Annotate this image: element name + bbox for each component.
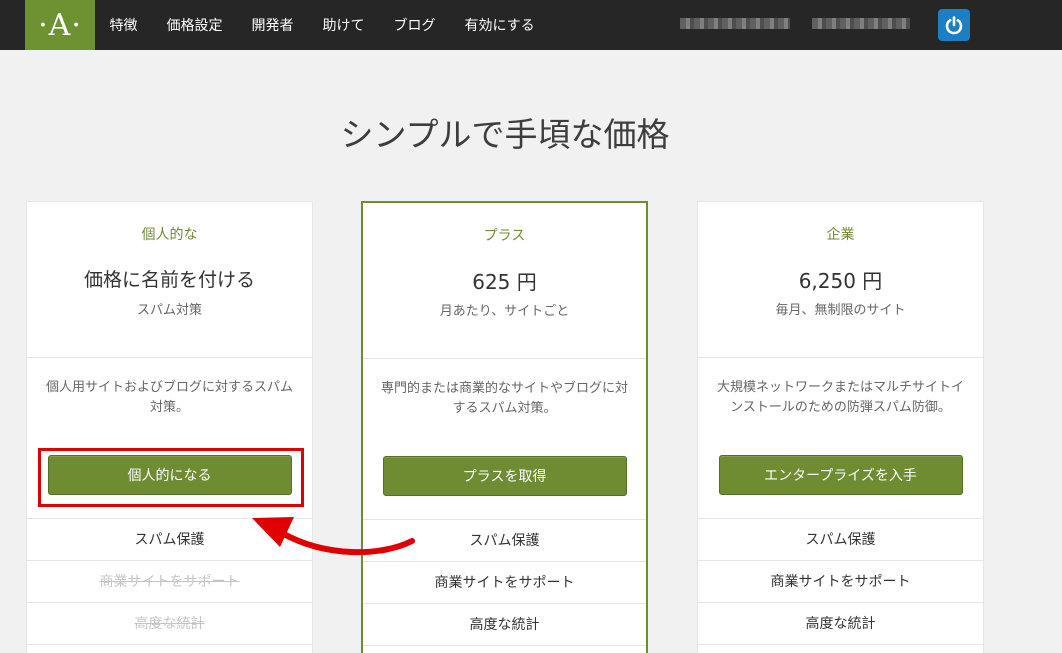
nav-item-pricing[interactable]: 価格設定 xyxy=(152,15,237,35)
power-icon[interactable] xyxy=(938,9,970,41)
plan-header: 個人的な 価格に名前を付ける スパム対策 xyxy=(27,202,312,358)
plan-subtitle: 月あたり、サイトごと xyxy=(439,304,570,319)
plan-card-enterprise: 企業 6,250 円 毎月、無制限のサイト 大規模ネットワークまたはマルチサイト… xyxy=(697,201,984,653)
highlight-box xyxy=(38,448,304,507)
blurred-account-name xyxy=(680,18,790,29)
plan-name: 個人的な xyxy=(141,227,198,243)
nav-item-developers[interactable]: 開発者 xyxy=(237,15,308,35)
nav-item-activate[interactable]: 有効にする xyxy=(450,15,549,35)
plan-header: 企業 6,250 円 毎月、無制限のサイト xyxy=(698,202,983,358)
plan-card-plus: プラス 625 円 月あたり、サイトごと 専門的または商業的なサイトやブログに対… xyxy=(361,201,648,653)
plan-price: 6,250 円 xyxy=(798,269,883,293)
feature-commercial-sites: 商業サイトをサポート xyxy=(363,562,646,604)
feature-advanced-stats: 高度な統計 xyxy=(27,603,312,645)
nav-item-features[interactable]: 特徴 xyxy=(95,15,152,35)
plan-price: 625 円 xyxy=(472,270,537,294)
annotation-arrow-icon xyxy=(252,517,415,556)
nav-item-blog[interactable]: ブログ xyxy=(379,15,450,35)
blurred-account-email xyxy=(812,18,910,29)
plan-price: 価格に名前を付ける xyxy=(83,269,255,291)
plan-description: 専門的または商業的なサイトやブログに対するスパム対策。 xyxy=(381,381,629,416)
get-plus-button[interactable]: プラスを取得 xyxy=(382,456,627,496)
plan-name: プラス xyxy=(483,228,526,244)
plan-header: プラス 625 円 月あたり、サイトごと xyxy=(363,203,646,359)
plan-subtitle: 毎月、無制限のサイト xyxy=(775,303,906,318)
feature-commercial-sites: 商業サイトをサポート xyxy=(27,561,312,603)
nav-item-help[interactable]: 助けて xyxy=(308,15,379,35)
plan-name: 企業 xyxy=(826,227,855,243)
feature-advanced-stats: 高度な統計 xyxy=(363,604,646,646)
plan-description: 個人用サイトおよびブログに対するスパム対策。 xyxy=(45,380,293,415)
get-enterprise-button[interactable]: エンタープライズを入手 xyxy=(718,455,963,495)
feature-list: スパム保護 商業サイトをサポート 高度な統計 xyxy=(698,518,983,645)
feature-commercial-sites: 商業サイトをサポート xyxy=(698,561,983,603)
feature-advanced-stats: 高度な統計 xyxy=(698,603,983,645)
brand-logo[interactable]: ·A· xyxy=(25,0,95,50)
plan-card-personal: 個人的な 価格に名前を付ける スパム対策 個人用サイトおよびブログに対するスパム… xyxy=(26,201,313,653)
plan-subtitle: スパム対策 xyxy=(136,303,202,318)
page-title: シンプルで手頃な価格 xyxy=(340,115,670,154)
top-navigation-bar: ·A· 特徴 価格設定 開発者 助けて ブログ 有効にする xyxy=(0,0,1062,50)
plan-description: 大規模ネットワークまたはマルチサイトインストールのための防弾スパム防御。 xyxy=(716,380,964,415)
main-nav: 特徴 価格設定 開発者 助けて ブログ 有効にする xyxy=(95,0,549,50)
feature-spam-protection: スパム保護 xyxy=(698,519,983,561)
